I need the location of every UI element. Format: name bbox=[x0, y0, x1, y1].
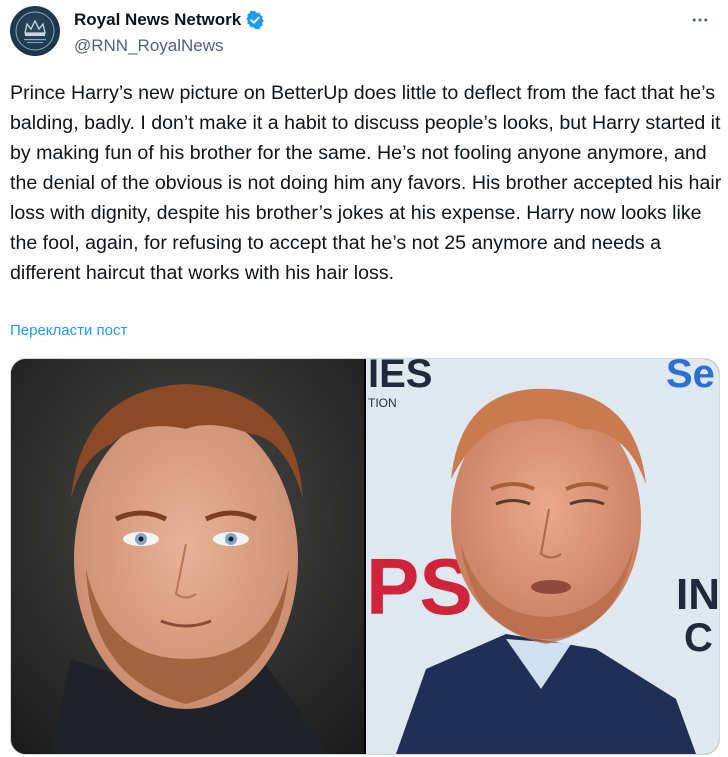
author-handle[interactable]: @RNN_RoyalNews bbox=[74, 36, 265, 56]
crown-logo-icon bbox=[15, 11, 55, 51]
tweet-text: Prince Harry’s new picture on BetterUp d… bbox=[10, 82, 722, 284]
backdrop-text-sub: TION bbox=[368, 396, 397, 410]
verified-badge-icon bbox=[245, 10, 265, 30]
backdrop-text-top: IES bbox=[368, 359, 432, 396]
author-avatar[interactable] bbox=[10, 6, 60, 56]
right-photo[interactable]: IES TION Se PS IN C bbox=[366, 359, 719, 754]
backdrop-text-right2: IN bbox=[676, 570, 719, 619]
author-display-name[interactable]: Royal News Network bbox=[74, 10, 241, 30]
author-info: Royal News Network @RNN_RoyalNews bbox=[74, 8, 265, 56]
left-photo[interactable] bbox=[11, 359, 364, 754]
backdrop-text-right: Se bbox=[666, 359, 715, 396]
backdrop-text-right3: C bbox=[684, 616, 713, 660]
translate-post-link[interactable]: Перекласти пост bbox=[10, 322, 127, 339]
more-options-icon[interactable] bbox=[688, 8, 712, 32]
tweet-media[interactable]: IES TION Se PS IN C bbox=[10, 358, 720, 755]
tweet-header: Royal News Network @RNN_RoyalNews bbox=[10, 6, 718, 58]
